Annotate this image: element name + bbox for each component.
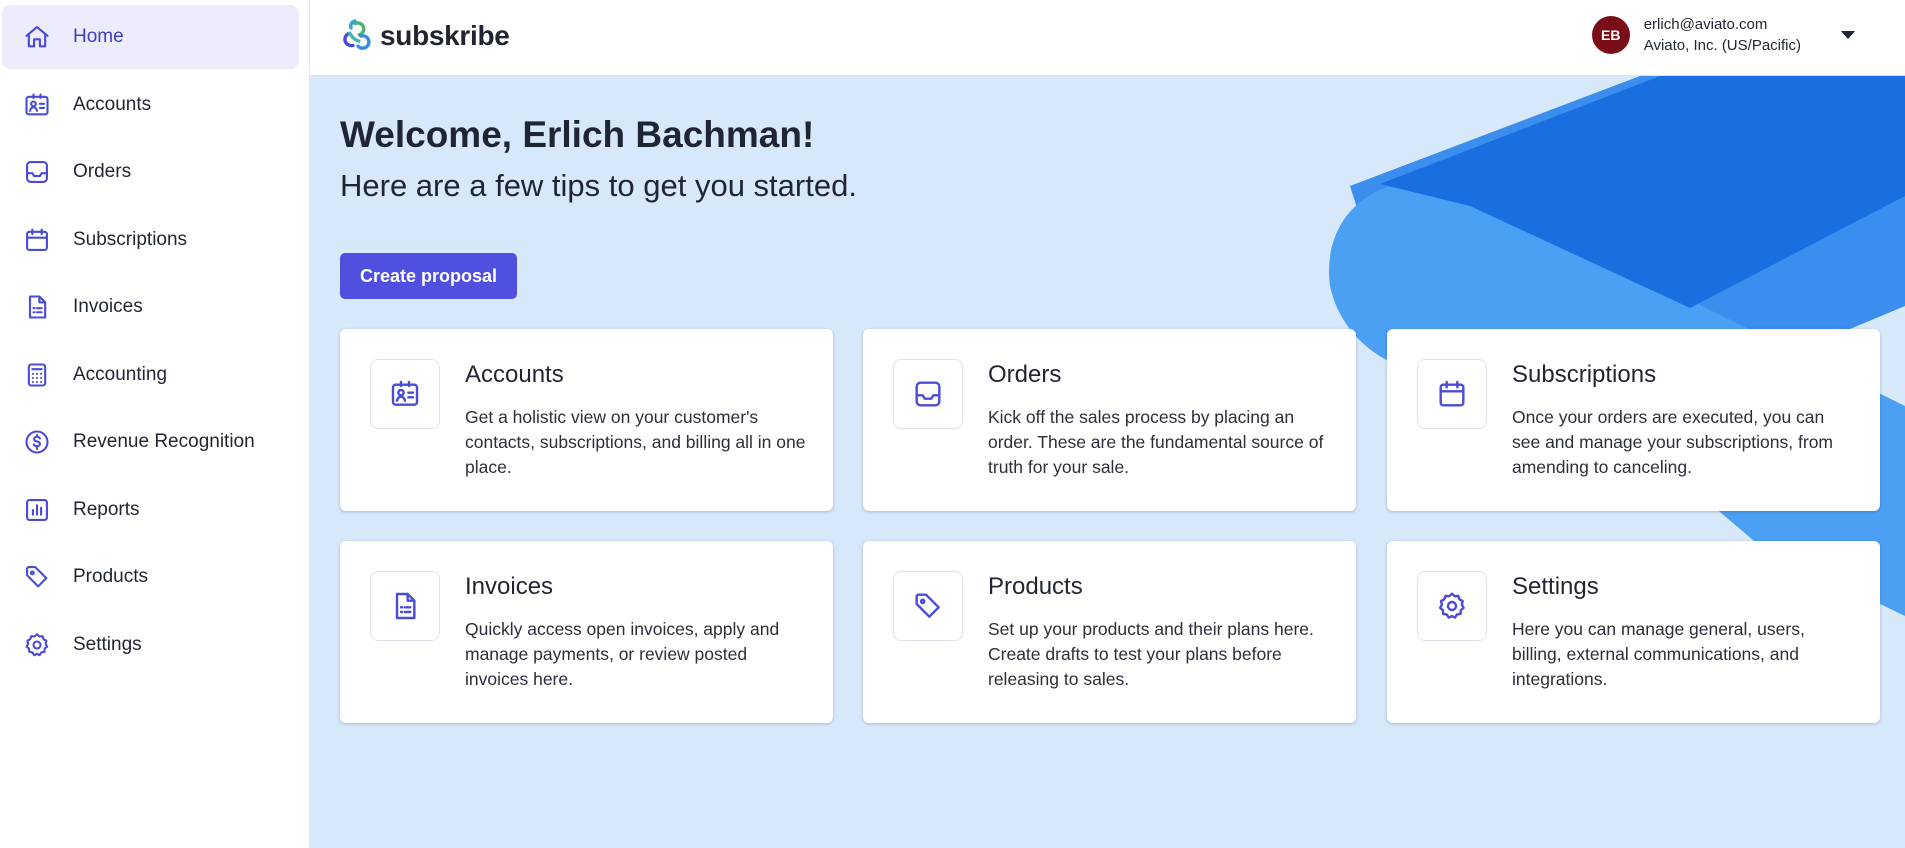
- main-content: Welcome, Erlich Bachman! Here are a few …: [310, 76, 1905, 848]
- card-icon-box: [370, 359, 440, 429]
- card-icon-box: [370, 571, 440, 641]
- card-description: Get a holistic view on your customer's c…: [465, 407, 806, 477]
- user-email: erlich@aviato.com: [1643, 16, 1768, 33]
- top-header: subskribe EB erlich@aviato.com Aviato, I…: [310, 0, 1905, 76]
- welcome-subtitle: Here are a few tips to get you started.: [340, 168, 857, 203]
- user-menu[interactable]: EB erlich@aviato.com Aviato, Inc. (US/Pa…: [1591, 14, 1855, 56]
- card-settings[interactable]: Settings Here you can manage general, us…: [1387, 541, 1880, 723]
- card-invoices[interactable]: Invoices Quickly access open invoices, a…: [340, 541, 833, 723]
- sidebar-item-label: Products: [73, 566, 148, 587]
- sidebar-item-revenue-recognition[interactable]: Revenue Recognition: [2, 410, 299, 474]
- sidebar-item-label: Subscriptions: [73, 228, 188, 250]
- sidebar-item-subscriptions[interactable]: Subscriptions: [2, 208, 299, 272]
- gear-icon: [1438, 592, 1465, 619]
- tag-icon: [22, 562, 52, 592]
- sidebar-item-label: Settings: [73, 633, 142, 655]
- card-accounts[interactable]: Accounts Get a holistic view on your cus…: [340, 329, 833, 511]
- sidebar-item-label: Orders: [73, 161, 132, 182]
- card-description: Kick off the sales process by placing an…: [988, 407, 1324, 477]
- sidebar-item-label: Accounts: [73, 93, 152, 115]
- card-description: Quickly access open invoices, apply and …: [465, 619, 780, 689]
- card-icon-box: [1417, 571, 1487, 641]
- card-description: Once your orders are executed, you can s…: [1512, 407, 1833, 477]
- card-title: Invoices: [465, 573, 554, 600]
- sidebar-item-orders[interactable]: Orders: [2, 140, 299, 204]
- app-root: Home Accounts Orders Subscriptions Invoi…: [0, 0, 1905, 848]
- card-title: Products: [988, 573, 1083, 600]
- card-orders[interactable]: Orders Kick off the sales process by pla…: [863, 329, 1356, 511]
- brand-name: subskribe: [380, 20, 510, 51]
- sidebar-item-invoices[interactable]: Invoices: [2, 275, 299, 339]
- home-icon: [22, 22, 52, 52]
- sidebar-item-reports[interactable]: Reports: [2, 478, 299, 542]
- subskribe-logo-icon: [343, 19, 371, 50]
- dollar-icon: [22, 427, 52, 457]
- bar-chart-icon: [22, 495, 52, 525]
- card-subscriptions[interactable]: Subscriptions Once your orders are execu…: [1387, 329, 1880, 511]
- user-org: Aviato, Inc. (US/Pacific): [1643, 37, 1801, 54]
- card-description: Set up your products and their plans her…: [988, 619, 1314, 689]
- card-products[interactable]: Products Set up your products and their …: [863, 541, 1356, 723]
- card-description: Here you can manage general, users, bill…: [1512, 619, 1805, 689]
- avatar: EB: [1591, 16, 1630, 54]
- sidebar-item-home[interactable]: Home: [2, 5, 299, 69]
- create-proposal-button[interactable]: Create proposal: [340, 253, 518, 299]
- card-title: Orders: [988, 361, 1062, 388]
- calendar-icon: [22, 225, 52, 255]
- sidebar: Home Accounts Orders Subscriptions Invoi…: [0, 0, 310, 848]
- card-title: Settings: [1512, 573, 1599, 600]
- card-title: Subscriptions: [1512, 361, 1657, 388]
- sidebar-item-label: Invoices: [73, 296, 143, 317]
- calendar-icon: [1439, 380, 1465, 407]
- brand-logo[interactable]: subskribe: [339, 18, 510, 54]
- document-icon: [22, 292, 52, 322]
- contact-card-icon: [22, 90, 52, 120]
- card-icon-box: [893, 359, 963, 429]
- sidebar-item-label: Reports: [73, 498, 140, 520]
- card-icon-box: [1417, 359, 1487, 429]
- sidebar-item-label: Home: [73, 26, 124, 47]
- sidebar-item-label: Revenue Recognition: [73, 431, 255, 452]
- welcome-heading: Welcome, Erlich Bachman!: [340, 114, 815, 155]
- contact-card-icon: [391, 380, 419, 406]
- sidebar-item-accounting[interactable]: Accounting: [2, 343, 299, 407]
- card-icon-box: [893, 571, 963, 641]
- inbox-icon: [22, 157, 52, 187]
- tag-icon: [915, 593, 940, 618]
- sidebar-item-accounts[interactable]: Accounts: [2, 73, 299, 137]
- calculator-icon: [22, 360, 52, 390]
- inbox-icon: [915, 381, 941, 407]
- sidebar-item-products[interactable]: Products: [2, 545, 299, 609]
- sidebar-item-label: Accounting: [73, 363, 168, 385]
- chevron-down-icon[interactable]: [1841, 31, 1855, 39]
- sidebar-item-settings[interactable]: Settings: [2, 613, 299, 677]
- card-title: Accounts: [465, 361, 564, 388]
- gear-icon: [22, 630, 52, 660]
- user-info: erlich@aviato.com Aviato, Inc. (US/Pacif…: [1644, 14, 1801, 56]
- document-icon: [395, 592, 416, 620]
